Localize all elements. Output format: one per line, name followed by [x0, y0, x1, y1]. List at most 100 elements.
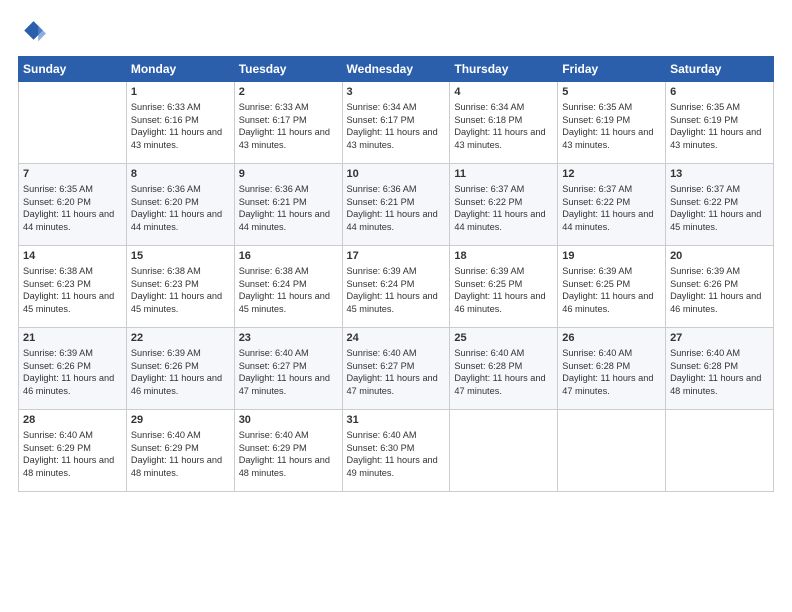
sunset-text: Sunset: 6:29 PM	[239, 443, 307, 453]
calendar-cell: 30 Sunrise: 6:40 AM Sunset: 6:29 PM Dayl…	[234, 410, 342, 492]
day-number: 10	[347, 167, 446, 182]
daylight-text: Daylight: 11 hours and 43 minutes.	[239, 127, 330, 149]
cell-content: Sunrise: 6:39 AM Sunset: 6:26 PM Dayligh…	[670, 265, 769, 315]
daylight-text: Daylight: 11 hours and 44 minutes.	[23, 209, 114, 231]
calendar-week-row: 1 Sunrise: 6:33 AM Sunset: 6:16 PM Dayli…	[19, 82, 774, 164]
sunset-text: Sunset: 6:22 PM	[562, 197, 630, 207]
cell-content: Sunrise: 6:36 AM Sunset: 6:21 PM Dayligh…	[239, 183, 338, 233]
calendar-cell: 16 Sunrise: 6:38 AM Sunset: 6:24 PM Dayl…	[234, 246, 342, 328]
sunset-text: Sunset: 6:16 PM	[131, 115, 199, 125]
cell-content: Sunrise: 6:40 AM Sunset: 6:28 PM Dayligh…	[562, 347, 661, 397]
sunrise-text: Sunrise: 6:39 AM	[670, 266, 740, 276]
cell-content: Sunrise: 6:38 AM Sunset: 6:24 PM Dayligh…	[239, 265, 338, 315]
calendar-cell: 12 Sunrise: 6:37 AM Sunset: 6:22 PM Dayl…	[558, 164, 666, 246]
calendar-cell: 29 Sunrise: 6:40 AM Sunset: 6:29 PM Dayl…	[126, 410, 234, 492]
sunset-text: Sunset: 6:25 PM	[454, 279, 522, 289]
daylight-text: Daylight: 11 hours and 47 minutes.	[562, 373, 653, 395]
sunset-text: Sunset: 6:25 PM	[562, 279, 630, 289]
sunrise-text: Sunrise: 6:40 AM	[454, 348, 524, 358]
calendar-cell: 19 Sunrise: 6:39 AM Sunset: 6:25 PM Dayl…	[558, 246, 666, 328]
daylight-text: Daylight: 11 hours and 44 minutes.	[454, 209, 545, 231]
sunrise-text: Sunrise: 6:39 AM	[454, 266, 524, 276]
sunset-text: Sunset: 6:23 PM	[23, 279, 91, 289]
daylight-text: Daylight: 11 hours and 43 minutes.	[131, 127, 222, 149]
header-thursday: Thursday	[450, 57, 558, 82]
day-number: 23	[239, 331, 338, 346]
calendar-cell: 10 Sunrise: 6:36 AM Sunset: 6:21 PM Dayl…	[342, 164, 450, 246]
header-tuesday: Tuesday	[234, 57, 342, 82]
sunrise-text: Sunrise: 6:36 AM	[239, 184, 309, 194]
calendar-cell: 26 Sunrise: 6:40 AM Sunset: 6:28 PM Dayl…	[558, 328, 666, 410]
day-number: 6	[670, 85, 769, 100]
sunrise-text: Sunrise: 6:38 AM	[239, 266, 309, 276]
cell-content: Sunrise: 6:39 AM Sunset: 6:25 PM Dayligh…	[454, 265, 553, 315]
calendar-cell	[19, 82, 127, 164]
sunset-text: Sunset: 6:22 PM	[454, 197, 522, 207]
day-number: 22	[131, 331, 230, 346]
calendar-cell: 18 Sunrise: 6:39 AM Sunset: 6:25 PM Dayl…	[450, 246, 558, 328]
sunrise-text: Sunrise: 6:35 AM	[562, 102, 632, 112]
cell-content: Sunrise: 6:35 AM Sunset: 6:19 PM Dayligh…	[562, 101, 661, 151]
sunset-text: Sunset: 6:28 PM	[454, 361, 522, 371]
sunset-text: Sunset: 6:17 PM	[347, 115, 415, 125]
calendar-cell: 17 Sunrise: 6:39 AM Sunset: 6:24 PM Dayl…	[342, 246, 450, 328]
daylight-text: Daylight: 11 hours and 44 minutes.	[347, 209, 438, 231]
sunrise-text: Sunrise: 6:40 AM	[239, 430, 309, 440]
cell-content: Sunrise: 6:37 AM Sunset: 6:22 PM Dayligh…	[454, 183, 553, 233]
calendar-week-row: 7 Sunrise: 6:35 AM Sunset: 6:20 PM Dayli…	[19, 164, 774, 246]
cell-content: Sunrise: 6:34 AM Sunset: 6:18 PM Dayligh…	[454, 101, 553, 151]
sunrise-text: Sunrise: 6:40 AM	[23, 430, 93, 440]
sunrise-text: Sunrise: 6:40 AM	[131, 430, 201, 440]
sunrise-text: Sunrise: 6:40 AM	[347, 430, 417, 440]
calendar-cell: 6 Sunrise: 6:35 AM Sunset: 6:19 PM Dayli…	[666, 82, 774, 164]
sunset-text: Sunset: 6:24 PM	[347, 279, 415, 289]
cell-content: Sunrise: 6:33 AM Sunset: 6:17 PM Dayligh…	[239, 101, 338, 151]
header-wednesday: Wednesday	[342, 57, 450, 82]
sunset-text: Sunset: 6:27 PM	[347, 361, 415, 371]
calendar-cell: 2 Sunrise: 6:33 AM Sunset: 6:17 PM Dayli…	[234, 82, 342, 164]
sunrise-text: Sunrise: 6:34 AM	[347, 102, 417, 112]
daylight-text: Daylight: 11 hours and 47 minutes.	[239, 373, 330, 395]
day-number: 21	[23, 331, 122, 346]
cell-content: Sunrise: 6:36 AM Sunset: 6:21 PM Dayligh…	[347, 183, 446, 233]
day-number: 28	[23, 413, 122, 428]
sunset-text: Sunset: 6:17 PM	[239, 115, 307, 125]
calendar-cell	[558, 410, 666, 492]
cell-content: Sunrise: 6:37 AM Sunset: 6:22 PM Dayligh…	[670, 183, 769, 233]
day-number: 16	[239, 249, 338, 264]
day-number: 4	[454, 85, 553, 100]
calendar-cell	[666, 410, 774, 492]
cell-content: Sunrise: 6:40 AM Sunset: 6:29 PM Dayligh…	[131, 429, 230, 479]
day-number: 12	[562, 167, 661, 182]
day-number: 26	[562, 331, 661, 346]
sunset-text: Sunset: 6:24 PM	[239, 279, 307, 289]
sunrise-text: Sunrise: 6:33 AM	[131, 102, 201, 112]
cell-content: Sunrise: 6:34 AM Sunset: 6:17 PM Dayligh…	[347, 101, 446, 151]
day-number: 2	[239, 85, 338, 100]
calendar-header-row: Sunday Monday Tuesday Wednesday Thursday…	[19, 57, 774, 82]
calendar-cell: 31 Sunrise: 6:40 AM Sunset: 6:30 PM Dayl…	[342, 410, 450, 492]
sunrise-text: Sunrise: 6:40 AM	[239, 348, 309, 358]
header-sunday: Sunday	[19, 57, 127, 82]
day-number: 31	[347, 413, 446, 428]
day-number: 20	[670, 249, 769, 264]
calendar-cell: 14 Sunrise: 6:38 AM Sunset: 6:23 PM Dayl…	[19, 246, 127, 328]
sunset-text: Sunset: 6:21 PM	[239, 197, 307, 207]
calendar-cell: 7 Sunrise: 6:35 AM Sunset: 6:20 PM Dayli…	[19, 164, 127, 246]
day-number: 8	[131, 167, 230, 182]
calendar-cell: 5 Sunrise: 6:35 AM Sunset: 6:19 PM Dayli…	[558, 82, 666, 164]
cell-content: Sunrise: 6:33 AM Sunset: 6:16 PM Dayligh…	[131, 101, 230, 151]
day-number: 27	[670, 331, 769, 346]
sunrise-text: Sunrise: 6:33 AM	[239, 102, 309, 112]
daylight-text: Daylight: 11 hours and 46 minutes.	[562, 291, 653, 313]
sunrise-text: Sunrise: 6:40 AM	[562, 348, 632, 358]
calendar-cell: 11 Sunrise: 6:37 AM Sunset: 6:22 PM Dayl…	[450, 164, 558, 246]
daylight-text: Daylight: 11 hours and 47 minutes.	[454, 373, 545, 395]
sunset-text: Sunset: 6:28 PM	[670, 361, 738, 371]
sunset-text: Sunset: 6:29 PM	[23, 443, 91, 453]
day-number: 11	[454, 167, 553, 182]
sunrise-text: Sunrise: 6:35 AM	[670, 102, 740, 112]
daylight-text: Daylight: 11 hours and 44 minutes.	[131, 209, 222, 231]
day-number: 13	[670, 167, 769, 182]
daylight-text: Daylight: 11 hours and 46 minutes.	[23, 373, 114, 395]
